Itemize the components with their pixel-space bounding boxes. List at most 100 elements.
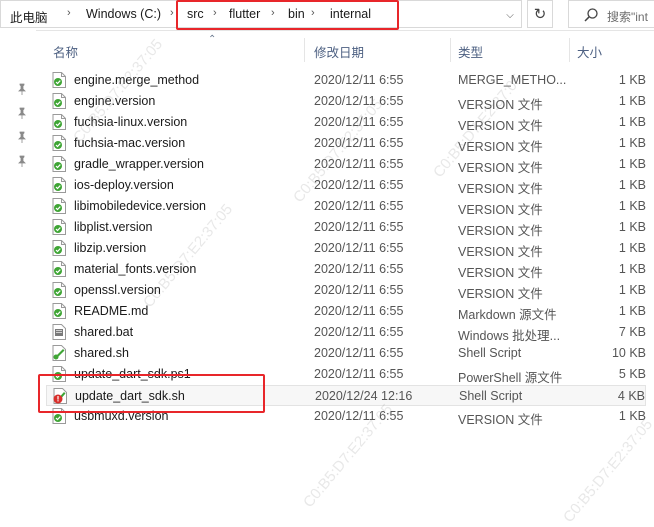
- column-name[interactable]: 名称: [53, 42, 78, 61]
- version-file-icon: [52, 240, 66, 256]
- file-row[interactable]: update_dart_sdk.ps1 2020/12/11 6:55 PowerS…: [46, 364, 646, 385]
- file-row[interactable]: update_dart_sdk.sh 2020/12/24 12:16 Shell …: [46, 385, 646, 406]
- file-size: 1 KB: [618, 178, 646, 192]
- breadcrumb-flutter[interactable]: flutter: [229, 7, 260, 21]
- sort-ascending-icon: ⌃: [208, 34, 217, 45]
- file-row[interactable]: ios-deploy.version 2020/12/11 6:55 VERSION…: [46, 175, 646, 196]
- version-file-icon: [52, 72, 66, 88]
- file-date-modified: 2020/12/24 12:16: [315, 389, 413, 403]
- file-date-modified: 2020/12/11 6:55: [314, 241, 404, 255]
- toolbar: 此电脑 › Windows (C:) › src › flutter › bin…: [0, 0, 654, 31]
- file-size: 5 KB: [618, 367, 646, 381]
- address-history-dropdown[interactable]: ⌵: [498, 1, 522, 29]
- version-file-icon: [52, 114, 66, 130]
- column-divider[interactable]: [304, 38, 305, 62]
- file-date-modified: 2020/12/11 6:55: [314, 136, 404, 150]
- file-size: 1 KB: [618, 157, 646, 171]
- file-row[interactable]: README.md 2020/12/11 6:55 Markdown 源文件 1 KB: [46, 301, 646, 322]
- file-name: material_fonts.version: [74, 262, 197, 276]
- breadcrumb-this-pc[interactable]: 此电脑: [10, 7, 48, 26]
- file-row[interactable]: fuchsia-mac.version 2020/12/11 6:55 VERSIO…: [46, 133, 646, 154]
- file-type: Markdown 源文件: [458, 308, 557, 322]
- file-size: 4 KB: [617, 389, 645, 403]
- version-file-icon: [52, 93, 66, 109]
- version-file-icon: [52, 408, 66, 424]
- column-type[interactable]: 类型: [458, 42, 483, 61]
- column-size[interactable]: 大小: [577, 42, 602, 61]
- column-divider[interactable]: [450, 38, 451, 62]
- breadcrumb-separator[interactable]: ›: [170, 7, 174, 19]
- file-row[interactable]: shared.sh 2020/12/11 6:55 Shell Script 10 K…: [46, 343, 646, 364]
- breadcrumb-bin[interactable]: bin: [288, 7, 305, 21]
- file-type: VERSION 文件: [458, 119, 543, 133]
- version-file-icon: [52, 366, 66, 382]
- file-date-modified: 2020/12/11 6:55: [314, 283, 404, 297]
- file-date-modified: 2020/12/11 6:55: [314, 325, 404, 339]
- breadcrumb-separator[interactable]: ›: [271, 7, 275, 19]
- version-file-icon: [52, 198, 66, 214]
- breadcrumb-separator[interactable]: ›: [311, 7, 315, 19]
- version-file-icon: [52, 156, 66, 172]
- file-row[interactable]: fuchsia-linux.version 2020/12/11 6:55 VERS…: [46, 112, 646, 133]
- search-box[interactable]: 搜索"int: [568, 0, 654, 28]
- file-size: 1 KB: [618, 304, 646, 318]
- file-date-modified: 2020/12/11 6:55: [314, 157, 404, 171]
- file-date-modified: 2020/12/11 6:55: [314, 220, 404, 234]
- file-row[interactable]: libplist.version 2020/12/11 6:55 VERSION 文…: [46, 217, 646, 238]
- file-type: VERSION 文件: [458, 203, 543, 217]
- file-row[interactable]: libzip.version 2020/12/11 6:55 VERSION 文件 1…: [46, 238, 646, 259]
- column-divider[interactable]: [569, 38, 570, 62]
- file-type: VERSION 文件: [458, 140, 543, 154]
- file-name: shared.bat: [74, 325, 134, 339]
- file-row[interactable]: gradle_wrapper.version 2020/12/11 6:55 VER…: [46, 154, 646, 175]
- navigation-pane: [0, 30, 36, 527]
- file-date-modified: 2020/12/11 6:55: [314, 199, 404, 213]
- file-row[interactable]: material_fonts.version 2020/12/11 6:55 VER…: [46, 259, 646, 280]
- file-name: usbmuxd.version: [74, 409, 169, 423]
- file-size: 1 KB: [618, 94, 646, 108]
- file-name: engine.version: [74, 94, 156, 108]
- pin-icon[interactable]: [16, 83, 28, 95]
- address-bar[interactable]: 此电脑 › Windows (C:) › src › flutter › bin…: [0, 0, 522, 28]
- file-name: shared.sh: [74, 346, 129, 360]
- file-row[interactable]: libimobiledevice.version 2020/12/11 6:55 V…: [46, 196, 646, 217]
- file-row[interactable]: shared.bat 2020/12/11 6:55 Windows 批处理... 7…: [46, 322, 646, 343]
- breadcrumb-src[interactable]: src: [187, 7, 204, 21]
- file-list: engine.merge_method 2020/12/11 6:55 MERGE_…: [46, 70, 646, 427]
- file-size: 1 KB: [618, 283, 646, 297]
- file-name: libplist.version: [74, 220, 153, 234]
- file-size: 1 KB: [618, 262, 646, 276]
- file-row[interactable]: openssl.version 2020/12/11 6:55 VERSION 文件…: [46, 280, 646, 301]
- pin-icon[interactable]: [16, 155, 28, 167]
- file-row[interactable]: engine.version 2020/12/11 6:55 VERSION 文件 1…: [46, 91, 646, 112]
- breadcrumb-separator[interactable]: ›: [213, 7, 217, 19]
- file-size: 1 KB: [618, 220, 646, 234]
- version-file-icon: [52, 261, 66, 277]
- version-file-icon: [52, 135, 66, 151]
- search-input[interactable]: 搜索"int: [607, 8, 648, 25]
- chevron-down-icon: ⌵: [506, 9, 514, 21]
- file-date-modified: 2020/12/11 6:55: [314, 94, 404, 108]
- breadcrumb-windows-c[interactable]: Windows (C:): [86, 7, 161, 21]
- pin-icon[interactable]: [16, 107, 28, 119]
- file-name: engine.merge_method: [74, 73, 200, 87]
- refresh-icon: ↻: [533, 6, 547, 23]
- file-size: 1 KB: [618, 115, 646, 129]
- breadcrumb-internal[interactable]: internal: [330, 7, 371, 21]
- breadcrumb-separator[interactable]: ›: [67, 7, 71, 19]
- file-name: update_dart_sdk.ps1: [74, 367, 191, 381]
- file-type: PowerShell 源文件: [458, 371, 563, 385]
- version-file-icon: [52, 303, 66, 319]
- file-type: VERSION 文件: [458, 413, 543, 427]
- file-name: fuchsia-mac.version: [74, 136, 186, 150]
- pin-icon[interactable]: [16, 131, 28, 143]
- column-date-modified[interactable]: 修改日期: [314, 42, 364, 61]
- file-date-modified: 2020/12/11 6:55: [314, 178, 404, 192]
- file-type: VERSION 文件: [458, 245, 543, 259]
- file-date-modified: 2020/12/11 6:55: [314, 304, 404, 318]
- version-file-icon: [52, 219, 66, 235]
- file-row[interactable]: engine.merge_method 2020/12/11 6:55 MERGE_…: [46, 70, 646, 91]
- refresh-button[interactable]: ↻: [527, 0, 553, 28]
- modified-shell-file-icon: [53, 388, 67, 404]
- file-row[interactable]: usbmuxd.version 2020/12/11 6:55 VERSION 文件…: [46, 406, 646, 427]
